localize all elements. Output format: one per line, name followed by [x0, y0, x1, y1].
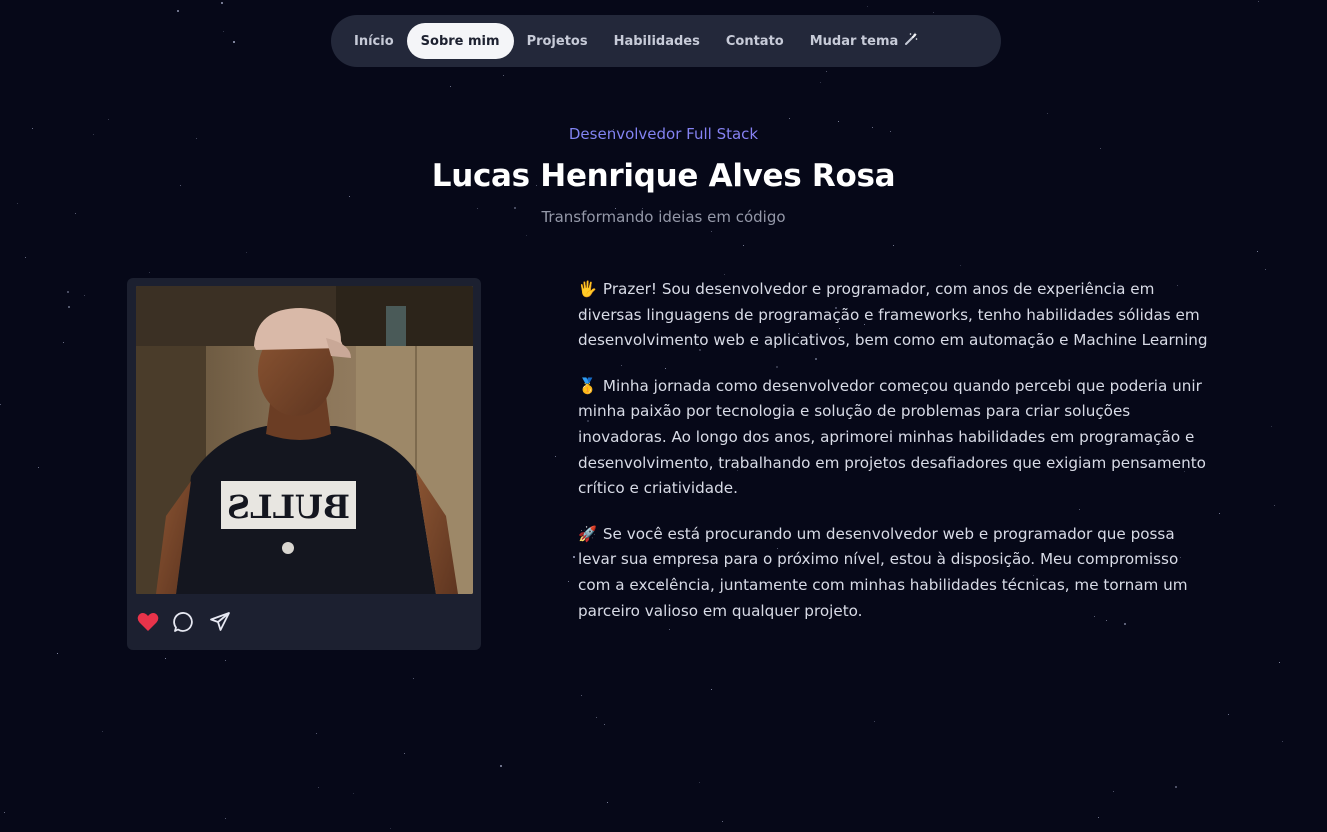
star — [1113, 791, 1114, 792]
star — [1098, 817, 1099, 818]
star — [177, 10, 179, 12]
main-navigation: Início Sobre mim Projetos Habilidades Co… — [331, 15, 1001, 67]
star — [1047, 113, 1048, 114]
about-paragraph: 🖐️ Prazer! Sou desenvolvedor e programado… — [578, 280, 1208, 350]
star — [223, 31, 224, 32]
star — [867, 6, 868, 7]
star — [503, 75, 504, 76]
share-icon[interactable] — [208, 610, 232, 634]
about-text: 🖐️ Prazer! Sou desenvolvedor e programado… — [578, 277, 1208, 644]
star — [67, 291, 69, 293]
star — [25, 257, 26, 258]
star — [225, 660, 226, 661]
star — [743, 245, 744, 246]
star — [318, 787, 319, 788]
nav-item-inicio[interactable]: Início — [341, 23, 407, 59]
star — [1274, 505, 1275, 506]
waving-hand-icon: 🖐️ — [578, 280, 597, 298]
star — [1282, 741, 1283, 742]
star — [722, 821, 723, 822]
star — [68, 306, 70, 308]
star — [1257, 251, 1258, 252]
hero-tagline: Transformando ideias em código — [541, 208, 786, 226]
star — [246, 252, 247, 253]
star — [607, 802, 608, 803]
star — [555, 456, 556, 457]
star — [38, 467, 39, 468]
star — [820, 82, 821, 83]
star — [450, 86, 451, 87]
star — [353, 793, 354, 794]
star — [893, 245, 894, 246]
star — [1175, 786, 1177, 788]
about-paragraph: 🥇 Minha jornada como desenvolvedor começo… — [578, 376, 1206, 498]
profile-photo: BULLS — [136, 286, 473, 594]
profile-photo-card: BULLS — [127, 278, 481, 650]
star — [84, 295, 85, 296]
star — [413, 678, 414, 679]
star — [390, 828, 391, 829]
magic-wand-icon — [904, 32, 918, 50]
about-paragraph: 🚀 Se você está procurando um desenvolvedo… — [578, 524, 1188, 620]
theme-toggle-label: Mudar tema — [809, 33, 899, 49]
star — [596, 717, 597, 718]
star — [711, 231, 712, 232]
star — [233, 41, 235, 43]
star — [500, 765, 502, 767]
star — [699, 782, 700, 783]
star — [789, 118, 790, 119]
star — [573, 556, 575, 558]
star — [1258, 1, 1259, 2]
star — [225, 818, 226, 819]
star — [826, 71, 827, 72]
card-actions — [136, 610, 232, 634]
nav-item-sobre-mim[interactable]: Sobre mim — [406, 23, 514, 59]
star — [933, 12, 934, 13]
comment-icon[interactable] — [172, 610, 196, 634]
star — [874, 721, 875, 722]
hero-header: Desenvolvedor Full Stack Lucas Henrique … — [0, 122, 1327, 228]
page-title: Lucas Henrique Alves Rosa — [431, 158, 896, 194]
star — [1228, 714, 1229, 715]
star — [960, 265, 961, 266]
star — [1219, 513, 1220, 514]
theme-toggle-button[interactable]: Mudar tema — [797, 23, 932, 59]
nav-item-habilidades[interactable]: Habilidades — [601, 23, 713, 59]
star — [724, 274, 725, 275]
nav-item-contato[interactable]: Contato — [713, 23, 797, 59]
star — [581, 695, 582, 696]
star — [604, 724, 605, 725]
star — [63, 342, 64, 343]
star — [1265, 269, 1266, 270]
star — [4, 812, 5, 813]
medal-icon: 🥇 — [578, 376, 597, 395]
star — [57, 653, 58, 654]
star — [316, 733, 317, 734]
heart-icon[interactable] — [136, 610, 160, 634]
star — [568, 581, 569, 582]
star — [165, 658, 166, 659]
star — [404, 753, 405, 754]
star — [711, 689, 712, 690]
star — [1271, 426, 1272, 427]
star — [0, 404, 1, 405]
nav-item-projetos[interactable]: Projetos — [514, 23, 601, 59]
hero-role: Desenvolvedor Full Stack — [0, 122, 1327, 146]
star — [221, 2, 223, 4]
star — [526, 235, 527, 236]
star — [1279, 662, 1280, 663]
star — [149, 272, 150, 273]
star — [102, 731, 103, 732]
shirt-text: BULLS — [227, 488, 350, 526]
rocket-icon: 🚀 — [578, 524, 597, 543]
star — [108, 119, 109, 120]
